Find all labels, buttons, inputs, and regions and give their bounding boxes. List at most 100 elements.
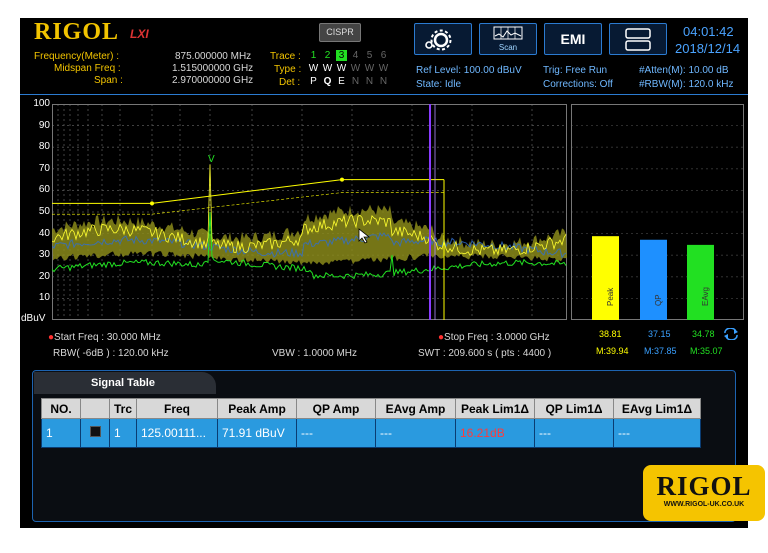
trig-mode: Trig: Free Run (543, 65, 608, 76)
col-peak-amp[interactable]: Peak Amp (217, 398, 297, 419)
cell-peak-lim: 16.21dB (455, 418, 535, 448)
y-tick-label: 50 (38, 206, 50, 217)
header-divider (20, 94, 748, 95)
y-tick-label: 20 (38, 270, 50, 282)
col-eavg-lim[interactable]: EAvg Lim1Δ (613, 398, 701, 419)
trace-type-4[interactable]: W (350, 63, 361, 74)
cell-select[interactable] (80, 418, 110, 448)
trace-type-2[interactable]: W (322, 63, 333, 74)
trace-num-6[interactable]: 6 (378, 50, 389, 61)
freq-meter-value: 875.000000 MHz (175, 51, 252, 62)
trace-type-3[interactable]: W (336, 63, 347, 74)
span-value: 2.970000000 GHz (172, 75, 254, 86)
trace-det-5[interactable]: N (364, 76, 375, 87)
cell-peak-amp: 71.91 dBuV (217, 418, 297, 448)
bar-peak (592, 236, 619, 320)
bar-label-qp: QP (654, 294, 663, 306)
rbw-info: RBW( -6dB ) : 120.00 kHz (53, 348, 169, 359)
trace-num-5[interactable]: 5 (364, 50, 375, 61)
trace-num-3[interactable]: 3 (336, 50, 347, 61)
signal-table-tab-label: Signal Table (91, 377, 155, 389)
bar-value-qp: 37.15 (648, 329, 671, 339)
table-row[interactable]: 1 1 125.00111... 71.91 dBuV --- --- 16.2… (41, 418, 701, 448)
signal-table-tab[interactable]: Signal Table (34, 372, 216, 394)
marker-label: V (208, 154, 215, 165)
stop-freq: ●Stop Freq : 3.0000 GHz (438, 332, 550, 343)
col-eavg-amp[interactable]: EAvg Amp (375, 398, 456, 419)
col-freq[interactable]: Freq (136, 398, 218, 419)
y-tick-label: 30 (38, 249, 50, 261)
bar-eavg (687, 244, 714, 320)
col-qp-lim[interactable]: QP Lim1Δ (534, 398, 614, 419)
y-tick-label: 100 (33, 98, 50, 109)
trace-det-3[interactable]: E (336, 76, 347, 87)
ref-level: Ref Level: 100.00 dBuV (416, 65, 522, 76)
trace-num-1[interactable]: 1 (308, 50, 319, 61)
col-qp-amp[interactable]: QP Amp (296, 398, 376, 419)
cell-no: 1 (41, 418, 81, 448)
trace-grid[interactable]: 123456WWWWWWPQENNN (308, 50, 392, 90)
trace-det-1[interactable]: P (308, 76, 319, 87)
scan-label: Scan (498, 43, 518, 52)
trace-type-1[interactable]: W (308, 63, 319, 74)
y-tick-label: 40 (38, 227, 50, 239)
trace-det-6[interactable]: N (378, 76, 389, 87)
col-select (80, 398, 110, 419)
trace-num-4[interactable]: 4 (350, 50, 361, 61)
y-tick-label: 90 (38, 119, 50, 131)
spectrum-plot[interactable] (52, 104, 567, 320)
corrections: Corrections: Off (543, 79, 613, 90)
rbw: #RBW(M): 120.0 kHz (639, 79, 734, 90)
bar-max-peak: M:39.94 (596, 346, 629, 356)
swt-info: SWT : 209.600 s ( pts : 4400 ) (418, 348, 552, 359)
trace-type-5[interactable]: W (364, 63, 375, 74)
cursor-arrow-icon (358, 228, 371, 244)
y-axis-unit: dBuV (21, 313, 46, 324)
lxi-badge: LXI (130, 27, 149, 41)
col-peak-lim[interactable]: Peak Lim1Δ (455, 398, 535, 419)
emi-button[interactable]: EMI (544, 23, 602, 55)
gear-icon (425, 29, 452, 51)
plot-border (52, 104, 567, 320)
scan-button[interactable]: Scan (479, 23, 537, 55)
watermark-logo: RIGOL (656, 471, 752, 501)
bar-label-peak: Peak (606, 287, 615, 306)
atten: #Atten(M): 10.00 dB (639, 65, 729, 76)
trace-label: Trace : (270, 51, 301, 62)
y-tick-label: 10 (38, 292, 50, 304)
signal-table: NO. Trc Freq Peak Amp QP Amp EAvg Amp Pe… (41, 398, 701, 448)
clock-date: 2018/12/14 (675, 41, 741, 56)
bar-label-eavg: EAvg (701, 287, 710, 306)
midspan-value: 1.515000000 GHz (172, 63, 254, 74)
trace-num-2[interactable]: 2 (322, 50, 333, 61)
y-tick-label: 60 (38, 184, 50, 196)
y-tick-label: 70 (38, 162, 50, 174)
start-freq: ●Start Freq : 30.000 MHz (48, 332, 161, 343)
cispr-button[interactable]: CISPR (319, 23, 361, 42)
state: State: Idle (416, 79, 462, 90)
signal-table-wrap: NO. Trc Freq Peak Amp QP Amp EAvg Amp Pe… (41, 398, 701, 448)
cell-freq: 125.00111... (136, 418, 218, 448)
vbw-info: VBW : 1.0000 MHz (272, 348, 358, 359)
bar-qp (640, 239, 667, 320)
cell-qp-lim: --- (534, 418, 614, 448)
y-axis-labels: 100 90 80 70 60 50 40 30 20 10 (20, 18, 52, 328)
trace-det-4[interactable]: N (350, 76, 361, 87)
row-checkbox[interactable] (89, 426, 101, 437)
trace-det-2[interactable]: Q (322, 76, 333, 87)
col-trc[interactable]: Trc (109, 398, 137, 419)
layout-button[interactable] (609, 23, 667, 55)
col-no[interactable]: NO. (41, 398, 81, 419)
refresh-icon[interactable] (723, 328, 739, 340)
window-layout-icon (625, 28, 651, 51)
analyzer-screen: RIGOL LXI Frequency(Meter) : 875.000000 … (20, 18, 748, 528)
cell-trc: 1 (109, 418, 137, 448)
watermark-badge: RIGOL WWW.RIGOL-UK.CO.UK (643, 465, 765, 521)
watermark-url: WWW.RIGOL-UK.CO.UK (663, 501, 745, 508)
trace-type-6[interactable]: W (378, 63, 389, 74)
y-tick-label: 80 (38, 141, 50, 153)
bar-max-qp: M:37.85 (644, 346, 677, 356)
span-label: Span : (94, 75, 123, 86)
det-label: Det : (279, 77, 301, 88)
settings-button[interactable] (414, 23, 472, 55)
